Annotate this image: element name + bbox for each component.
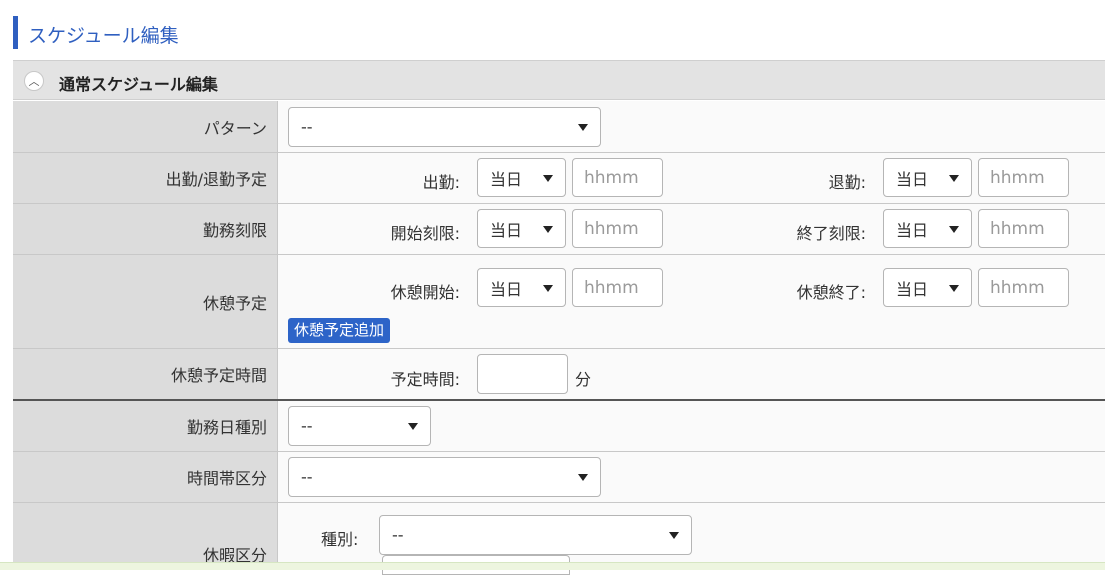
title-accent-bar [13, 16, 18, 49]
minutes-unit: 分 [575, 370, 592, 389]
chevron-down-icon [408, 423, 418, 430]
chevron-down-icon [543, 284, 553, 292]
start-limit-day-select[interactable]: 当日 [477, 209, 566, 248]
row-attendance: 出勤/退勤予定 出勤: 当日 退勤: 当日 [13, 153, 1105, 204]
workday-type-select[interactable]: -- [288, 406, 431, 446]
row-leave: 休暇区分 種別: -- [13, 503, 1105, 575]
row-label: 勤務日種別 [186, 418, 267, 437]
section-header[interactable]: ︿ 通常スケジュール編集 [13, 60, 1105, 100]
page-title: スケジュール編集 [28, 25, 179, 47]
chevron-down-icon [669, 532, 679, 539]
row-break-plan: 休憩予定 休憩開始: 当日 休憩終了: 当日 休憩予定追加 [13, 255, 1105, 349]
start-limit-label: 開始刻限: [390, 224, 460, 243]
end-limit-label: 終了刻限: [796, 224, 866, 243]
planned-time-label: 予定時間: [390, 370, 460, 389]
start-field-label: 出勤: [422, 173, 460, 192]
row-time-zone: 時間帯区分 -- [13, 452, 1105, 503]
end-day-select[interactable]: 当日 [883, 158, 972, 197]
time-zone-select[interactable]: -- [288, 457, 601, 497]
end-limit-time-input[interactable] [978, 209, 1069, 248]
row-label: 休憩予定時間 [170, 366, 267, 385]
leave-type-label: 種別: [321, 530, 359, 549]
chevron-down-icon [949, 225, 959, 233]
chevron-down-icon [543, 174, 553, 182]
break-end-label: 休憩終了: [796, 283, 866, 302]
chevron-down-icon [578, 124, 588, 131]
row-label: 休憩予定 [202, 293, 267, 313]
add-break-button[interactable]: 休憩予定追加 [288, 318, 391, 343]
start-time-input[interactable] [572, 158, 663, 197]
break-start-day-select[interactable]: 当日 [477, 268, 566, 307]
end-field-label: 退勤: [828, 173, 866, 192]
row-label: パターン [203, 118, 267, 138]
chevron-down-icon [578, 474, 588, 481]
start-limit-time-input[interactable] [572, 209, 663, 248]
row-label: 時間帯区分 [186, 469, 267, 488]
bottom-bar [0, 562, 1105, 570]
planned-time-input[interactable] [477, 354, 568, 394]
row-label: 勤務刻限 [202, 221, 267, 240]
chevron-down-icon [949, 174, 959, 182]
end-limit-day-select[interactable]: 当日 [883, 209, 972, 248]
break-start-time-input[interactable] [572, 268, 663, 307]
break-start-label: 休憩開始: [390, 283, 460, 302]
leave-type-select[interactable]: -- [379, 515, 692, 555]
break-end-time-input[interactable] [978, 268, 1069, 307]
row-break-time: 休憩予定時間 予定時間: 分 [13, 349, 1105, 401]
row-label: 出勤/退勤予定 [165, 170, 267, 189]
chevron-up-icon[interactable]: ︿ [24, 71, 44, 91]
row-work-limit: 勤務刻限 開始刻限: 当日 終了刻限: 当日 [13, 204, 1105, 255]
chevron-down-icon [543, 225, 553, 233]
start-day-select[interactable]: 当日 [477, 158, 566, 197]
chevron-down-icon [949, 284, 959, 292]
section-title: 通常スケジュール編集 [59, 75, 218, 94]
pattern-select[interactable]: -- [288, 107, 601, 147]
row-workday-type: 勤務日種別 -- [13, 401, 1105, 452]
break-end-day-select[interactable]: 当日 [883, 268, 972, 307]
end-time-input[interactable] [978, 158, 1069, 197]
row-pattern: パターン -- [13, 101, 1105, 153]
